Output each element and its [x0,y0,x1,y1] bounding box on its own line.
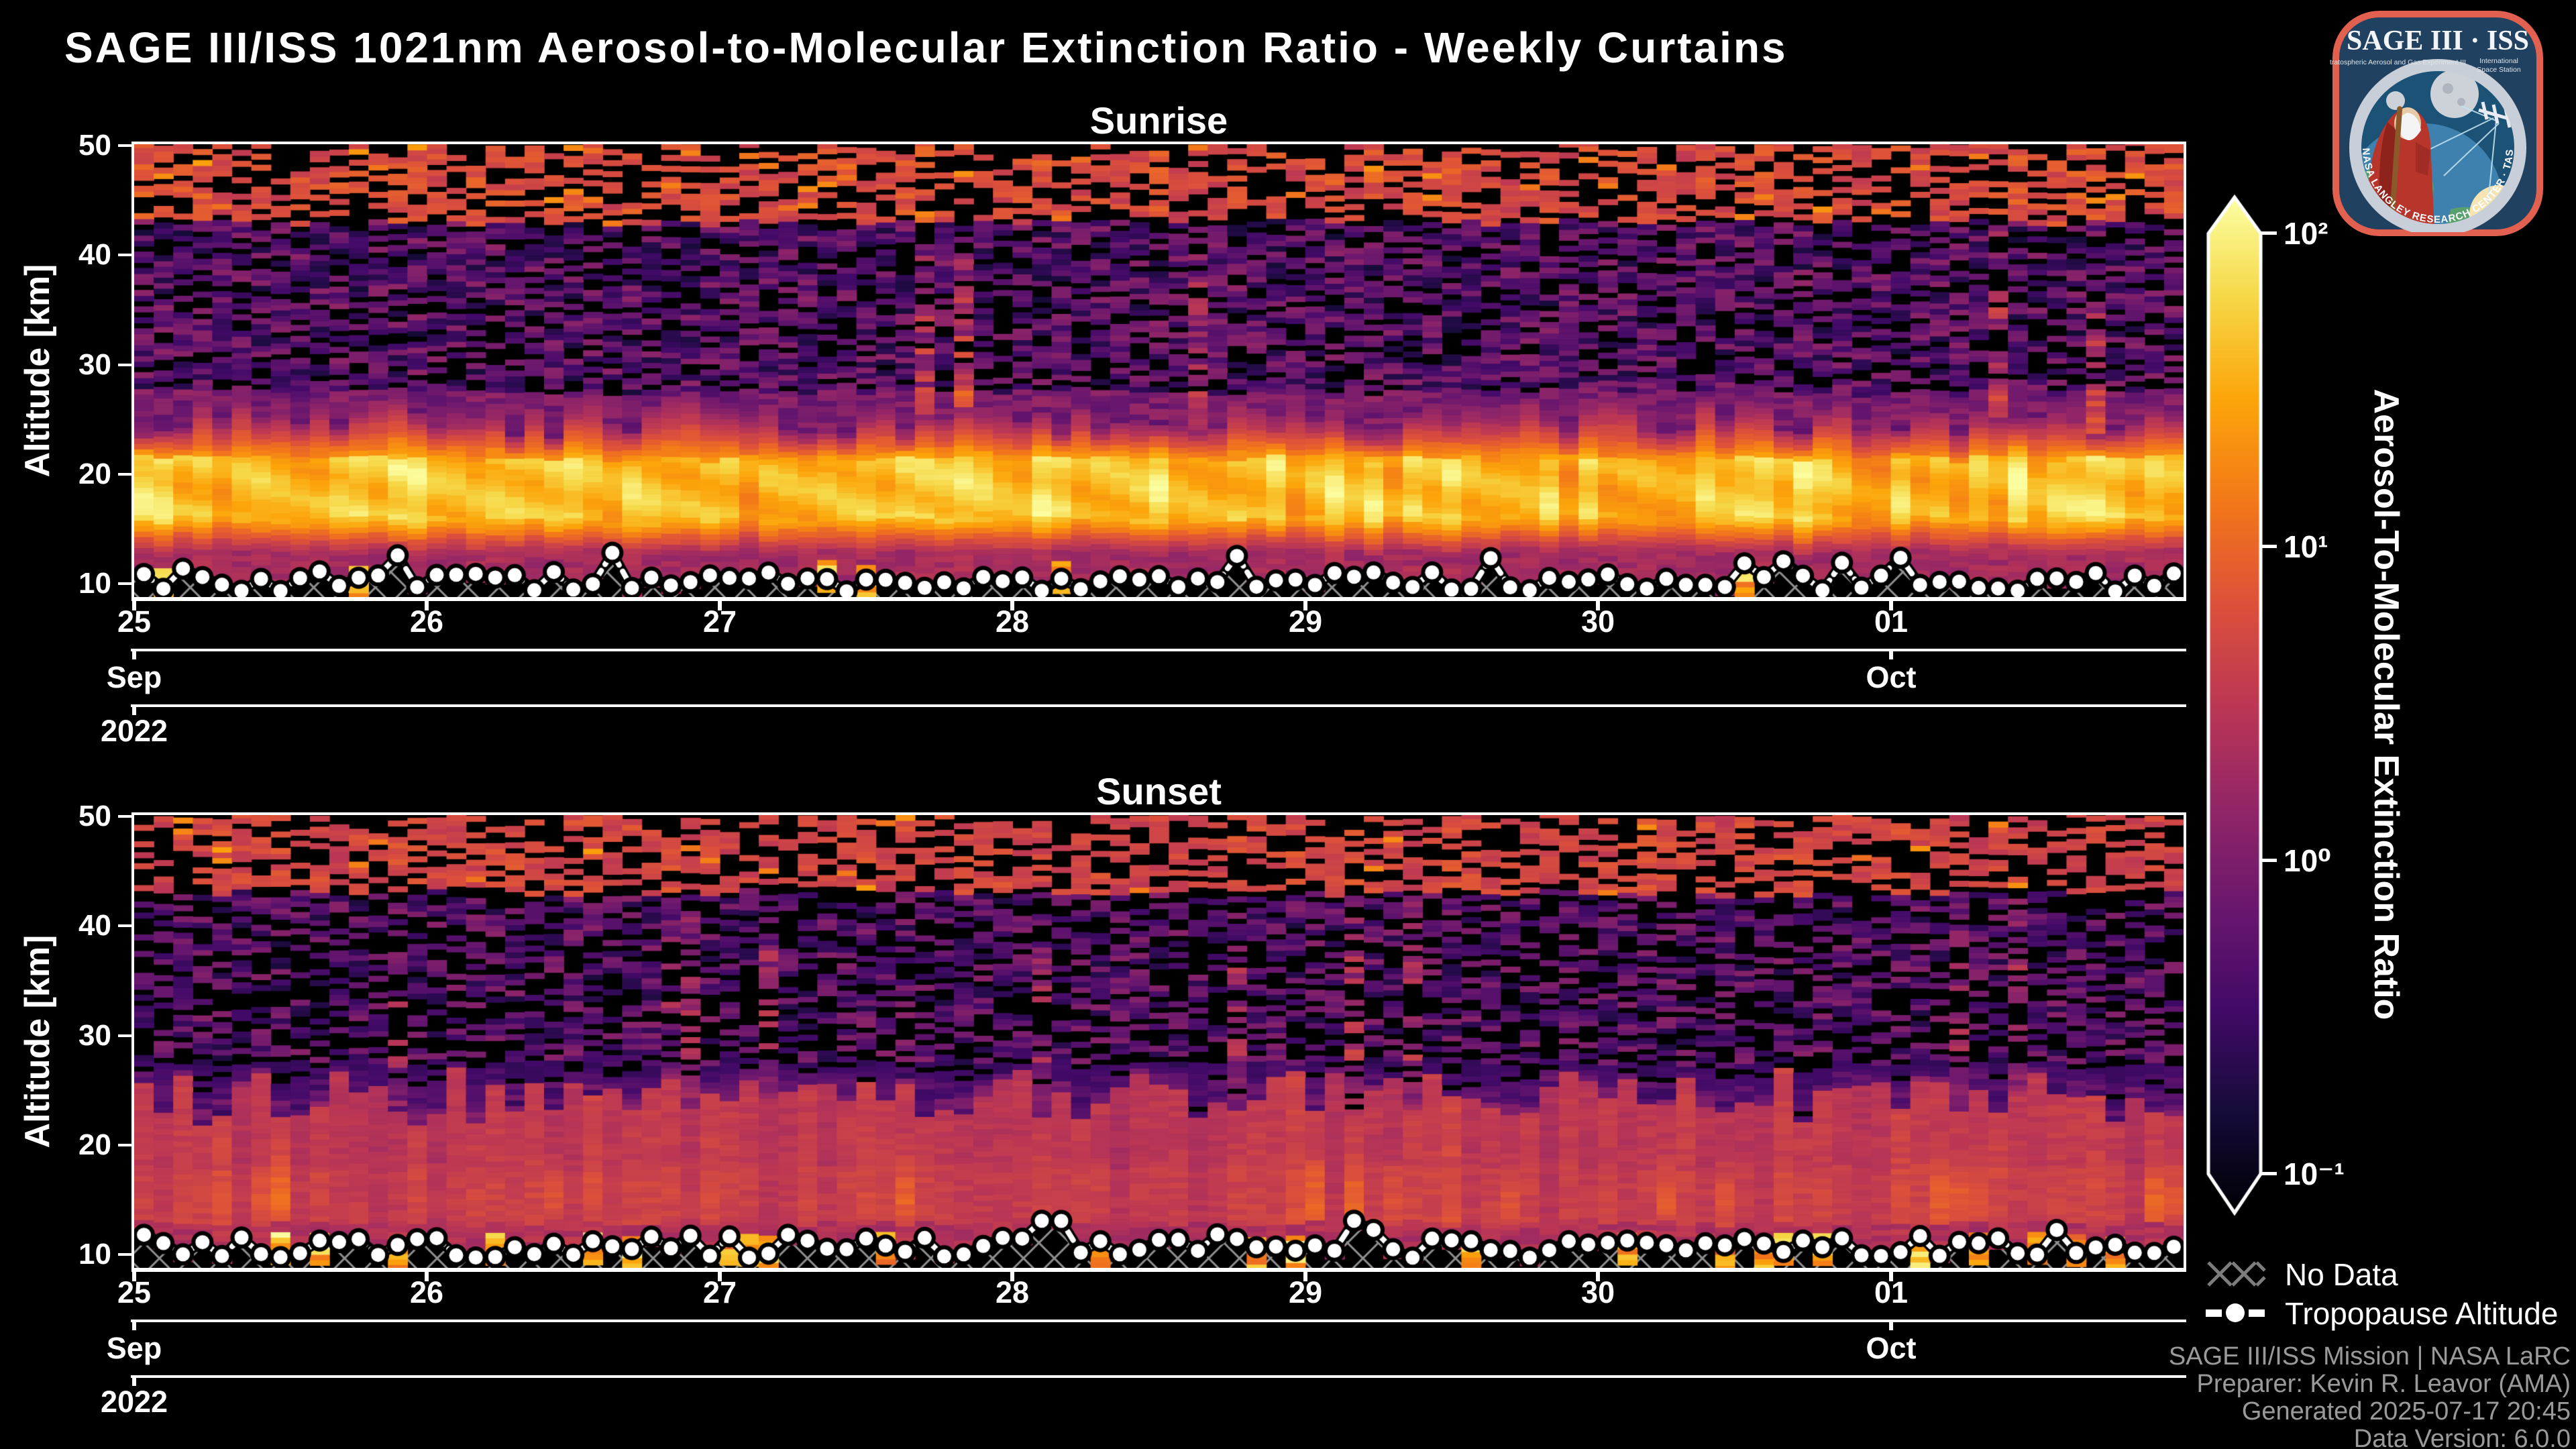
day-label: 25 [117,1275,152,1309]
day-label: 26 [409,604,444,639]
no-data-hatch-icon [2207,1261,2266,1287]
sunset-heatmap-canvas [134,815,2184,1268]
year-separator-line [131,1375,2186,1378]
colorbar-tick [2259,545,2277,548]
credit-line: Generated 2025-07-17 20:45 [2241,1397,2571,1426]
day-label: 27 [702,604,737,639]
logo-subtitle-right-1: International [2479,57,2518,65]
sunrise-plot [131,142,2186,601]
legend-tropopause-label: Tropopause Altitude [2285,1296,2559,1331]
colorbar-tick [2259,859,2277,862]
day-label: 26 [409,1275,444,1309]
month-tick [1889,651,1893,659]
y-tick [118,254,134,256]
colorbar-tick [2259,1172,2277,1175]
month-label-sep: Sep [106,660,162,694]
panel-title-sunset: Sunset [1096,770,1222,812]
credit-line: Preparer: Kevin R. Leavor (AMA) [2196,1370,2571,1398]
y-tick [118,1144,134,1146]
month-label-sep: Sep [106,1331,162,1365]
colorbar-canvas [2194,181,2294,1228]
y-tick-label: 10 [78,1238,111,1271]
y-tick-label: 50 [78,129,111,162]
day-label: 28 [995,604,1030,639]
day-label: 30 [1580,604,1615,639]
day-label: 27 [702,1275,737,1309]
figure-title: SAGE III/ISS 1021nm Aerosol-to-Molecular… [64,23,1788,72]
mission-logo: SAGE III · ISS Stratospheric Aerosol and… [2330,8,2543,236]
logo-title: SAGE III · ISS [2347,25,2529,56]
figure-root: SAGE III/ISS 1021nm Aerosol-to-Molecular… [0,0,2576,1449]
tropopause-line-icon [2206,1303,2265,1322]
y-tick [118,144,134,147]
sunrise-heatmap-canvas [134,144,2184,597]
y-tick-label: 30 [78,348,111,381]
y-tick [118,364,134,366]
day-label: 29 [1288,604,1323,639]
y-tick [118,473,134,476]
y-tick [118,1253,134,1256]
y-tick-label: 40 [78,238,111,271]
sunset-plot [131,812,2186,1272]
day-label: 25 [117,604,152,639]
y-tick [118,1034,134,1037]
year-label: 2022 [100,714,168,748]
logo-subtitle-left: Stratospheric Aerosol and Gas Experiment… [2330,58,2466,66]
day-label: 29 [1288,1275,1323,1309]
y-tick-label: 50 [78,800,111,833]
y-tick-label: 40 [78,909,111,942]
month-separator-line [131,1320,2186,1322]
day-label: 28 [995,1275,1030,1309]
y-tick-label: 10 [78,567,111,600]
credits-block: SAGE III/ISS Mission | NASA LaRC Prepare… [2169,1343,2571,1449]
colorbar-tick [2259,231,2277,235]
y-tick-label: 20 [78,1128,111,1161]
month-tick [1889,1322,1893,1330]
day-label: 30 [1580,1275,1615,1309]
month-tick [132,1322,136,1330]
colorbar-axis-label: Aerosol-To-Molecular Extinction Ratio [2367,388,2406,1020]
month-tick [132,651,136,659]
y-tick-label: 30 [78,1019,111,1052]
credit-line: SAGE III/ISS Mission | NASA LaRC [2168,1342,2571,1371]
month-label-oct: Oct [1866,1331,1917,1365]
y-tick [118,815,134,818]
year-separator-line [131,704,2186,707]
panel-title-sunrise: Sunrise [1089,99,1228,142]
y-tick [118,582,134,585]
month-label-oct: Oct [1866,660,1917,694]
month-separator-line [131,649,2186,651]
year-label: 2022 [100,1385,168,1419]
y-tick [118,924,134,927]
credit-line: Data Version: 6.0.0 [2353,1425,2571,1449]
day-label: 01 [1874,604,1909,639]
logo-subtitle-right-2: Space Station [2477,66,2521,74]
legend-no-data-label: No Data [2285,1257,2398,1292]
day-label: 01 [1874,1275,1909,1309]
y-tick-label: 20 [78,458,111,490]
